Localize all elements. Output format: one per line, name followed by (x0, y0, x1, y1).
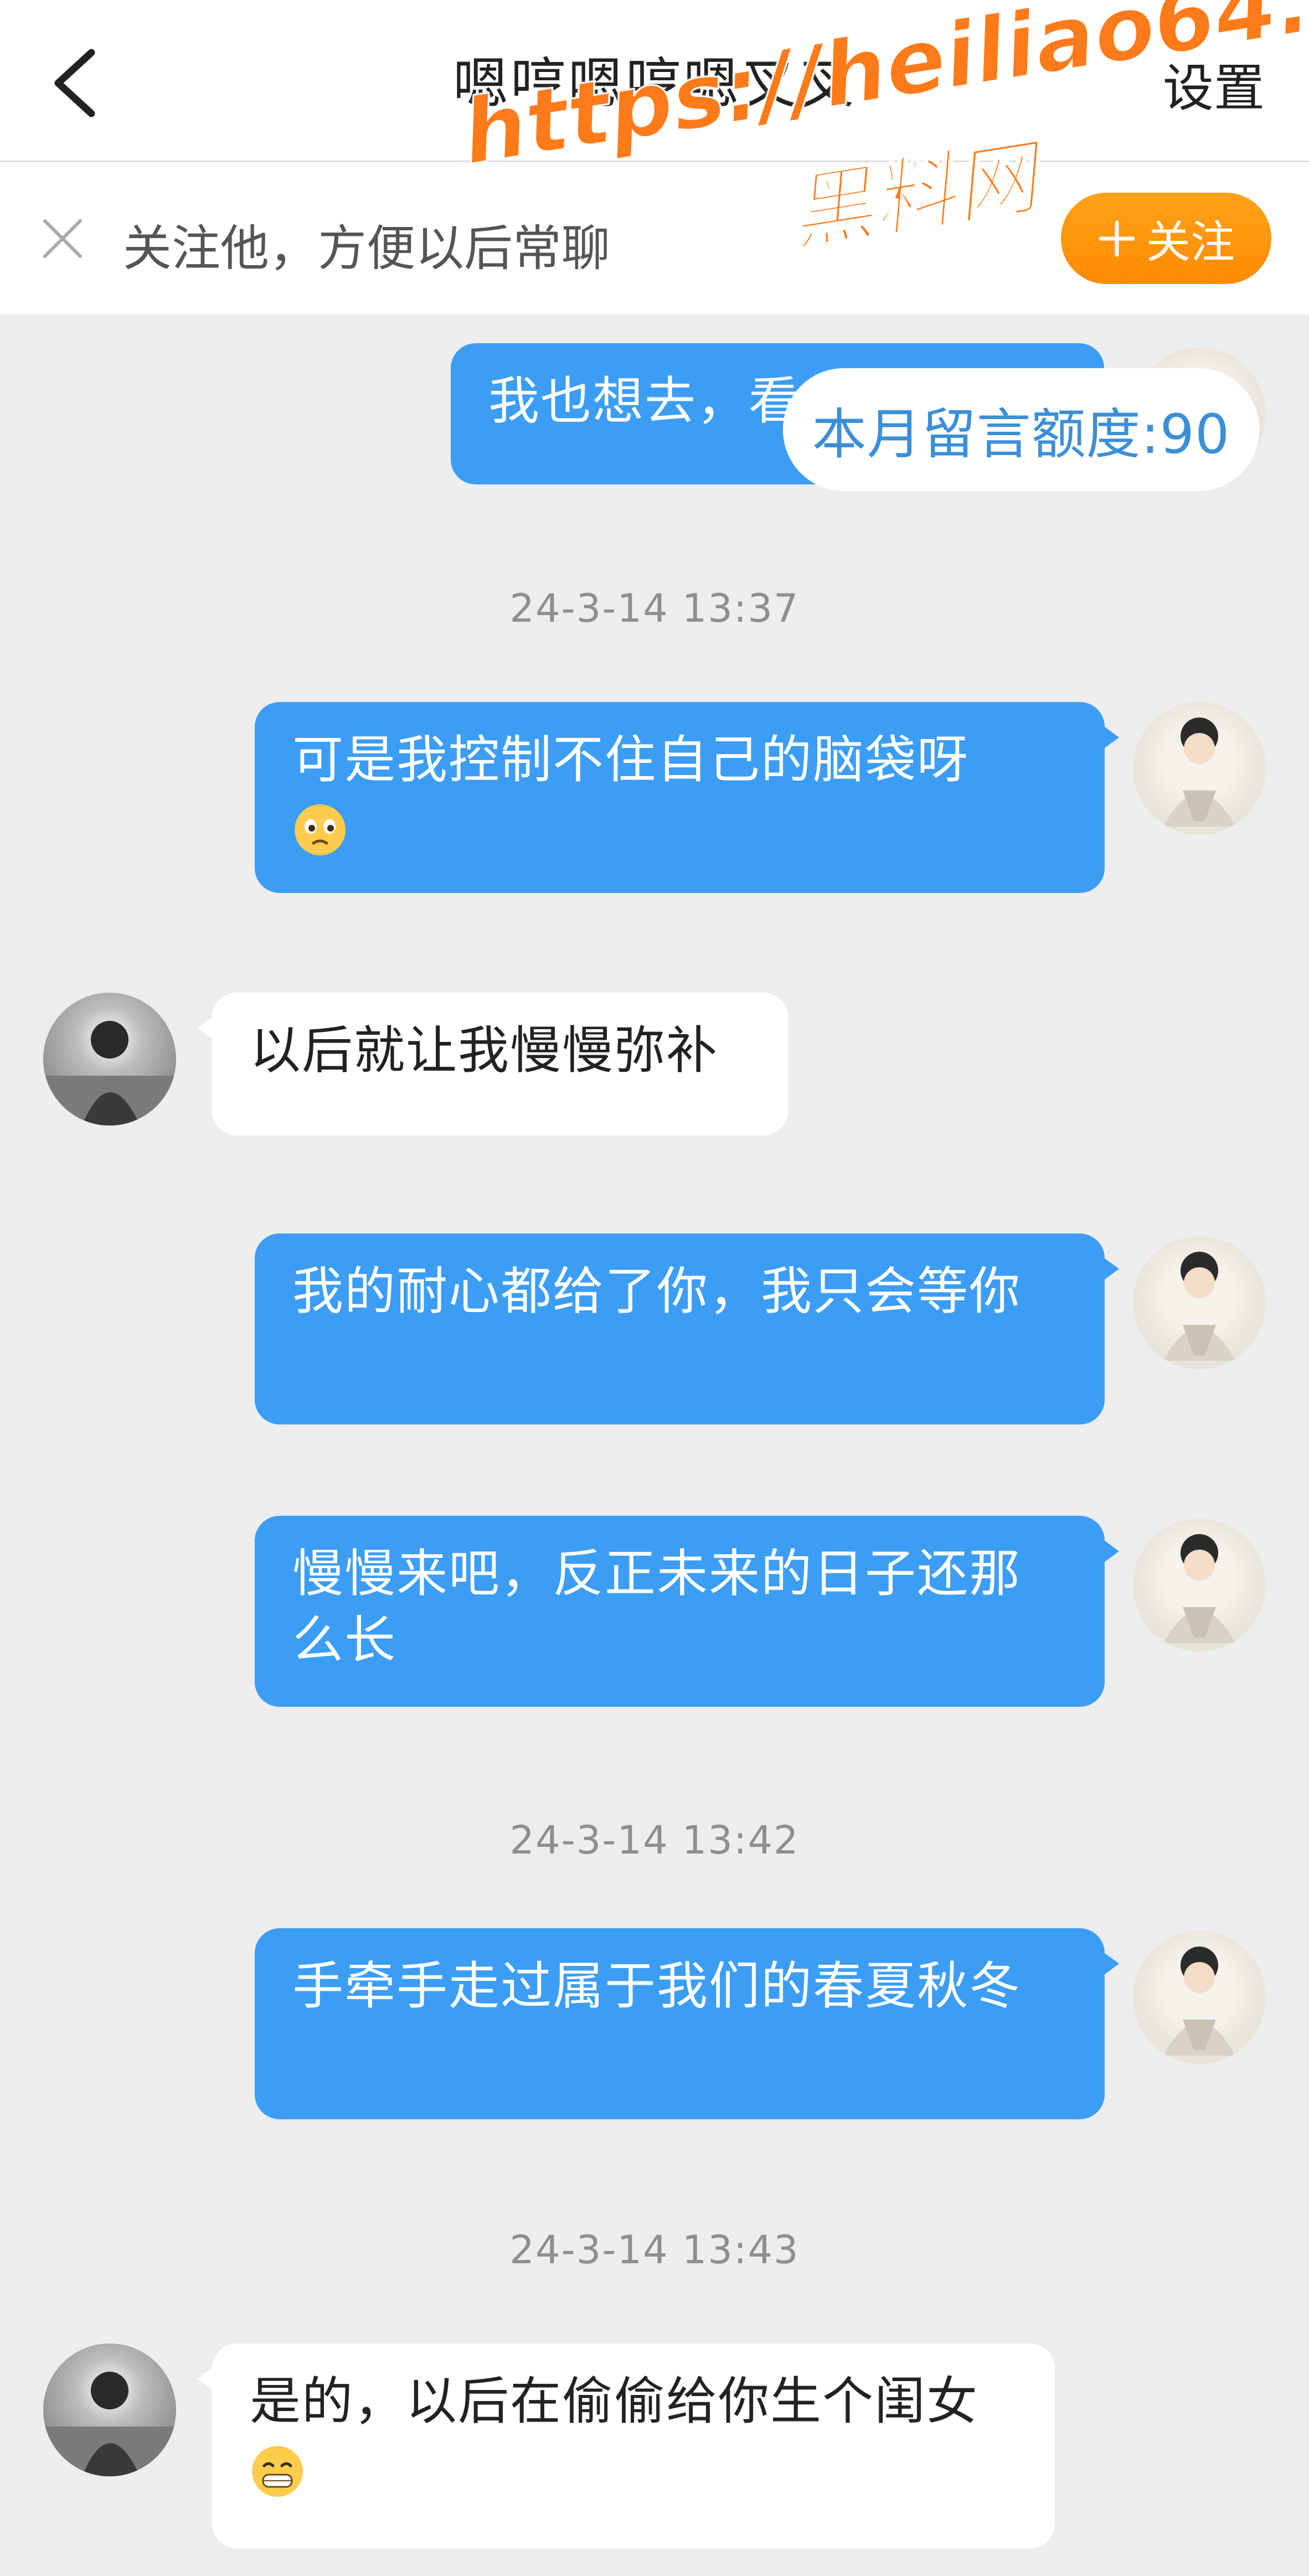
close-icon[interactable] (42, 218, 84, 260)
avatar[interactable] (1133, 1236, 1266, 1369)
avatar-figure-icon (1163, 1252, 1235, 1361)
timestamp: 24-3-14 13:43 (509, 2227, 800, 2273)
avatar-figure-icon (1163, 717, 1235, 827)
message-text: 手牵手走过属于我们的春夏秋冬 (292, 1956, 1022, 2016)
message-text: 可是我控制不住自己的脑袋呀 (292, 730, 970, 789)
follow-button[interactable]: 关注 (1061, 193, 1271, 284)
timestamp: 24-3-14 13:42 (509, 1818, 800, 1863)
follow-prompt-bar: 关注他，方便以后常聊 关注 (0, 162, 1309, 314)
message-text: 慢慢来吧，反正未来的日子还那么长 (292, 1544, 1022, 1670)
follow-prompt-text: 关注他，方便以后常聊 (123, 220, 611, 277)
avatar-person-icon (43, 1021, 176, 1126)
message-bubble[interactable]: 是的，以后在偷偷给你生个闺女 (198, 2343, 1055, 2548)
message-text: 我也想去，看 (488, 371, 801, 431)
avatar[interactable] (1133, 702, 1266, 835)
avatar[interactable] (43, 993, 176, 1126)
message-bubble[interactable]: 手牵手走过属于我们的春夏秋冬 (255, 1928, 1119, 2119)
message-text: 我的耐心都给了你，我只会等你 (292, 1262, 1022, 1321)
message-quota-badge: 本月留言额度:90 (783, 368, 1259, 491)
avatar[interactable] (1133, 1519, 1266, 1651)
plus-icon (1099, 220, 1135, 256)
avatar-figure-icon (1163, 1947, 1235, 2056)
chat-title: 嗯哼嗯哼嗯叉叉 (453, 51, 856, 116)
avatar[interactable] (1133, 1931, 1266, 2064)
avatar-person-icon (43, 2372, 176, 2476)
settings-button[interactable]: 设置 (1163, 47, 1265, 121)
timestamp: 24-3-14 13:37 (509, 586, 800, 631)
message-text: 是的，以后在偷偷给你生个闺女 (250, 2372, 979, 2431)
pleading-face-icon (295, 804, 346, 855)
avatar-figure-icon (1163, 1534, 1235, 1643)
avatar[interactable] (43, 2343, 176, 2476)
message-bubble[interactable]: 慢慢来吧，反正未来的日子还那么长 (255, 1516, 1119, 1707)
chat-messages[interactable]: 我也想去，看 本月留言额度:90 24-3-14 13:37 可是我控制不住自己… (0, 314, 1309, 2576)
chat-header: 嗯哼嗯哼嗯叉叉 设置 (0, 0, 1309, 162)
message-bubble[interactable]: 我的耐心都给了你，我只会等你 (255, 1233, 1119, 1424)
follow-button-label: 关注 (1146, 216, 1235, 268)
message-bubble[interactable]: 以后就让我慢慢弥补 (198, 993, 788, 1135)
message-bubble[interactable]: 可是我控制不住自己的脑袋呀 (255, 702, 1119, 893)
grinning-face-icon (252, 2445, 303, 2497)
message-text: 以后就让我慢慢弥补 (250, 1021, 719, 1080)
